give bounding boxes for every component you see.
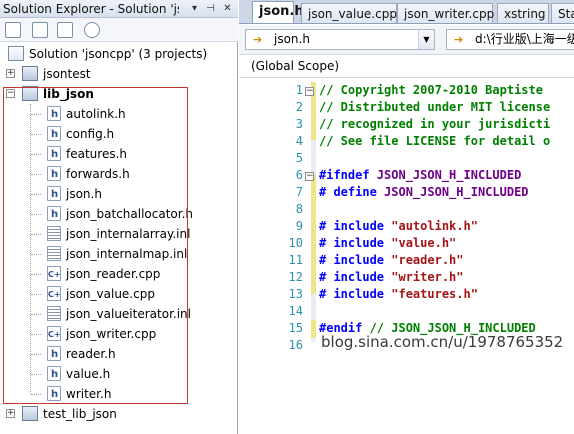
code-token: # include bbox=[319, 219, 392, 233]
code-line: # include "reader.h" bbox=[319, 253, 464, 267]
code-line: // Copyright 2007-2010 Baptiste bbox=[319, 83, 543, 97]
show-all-files-icon[interactable] bbox=[32, 22, 48, 38]
code-token: "features.h" bbox=[391, 287, 478, 301]
code-token: # define bbox=[319, 185, 385, 199]
code-token: // Copyright 2007-2010 Baptiste bbox=[319, 83, 543, 97]
line-number: 16 bbox=[288, 338, 303, 352]
lib-json-highlight-box bbox=[3, 87, 188, 404]
code-token: // recognized in your jurisdicti bbox=[319, 117, 551, 131]
file-dropdown-value: json.h bbox=[274, 32, 310, 46]
expand-jsontest-icon[interactable]: + bbox=[6, 69, 15, 78]
auto-hide-pin-icon[interactable]: ⊣ bbox=[204, 2, 217, 15]
line-number: 11 bbox=[288, 253, 303, 267]
tree-item-project-jsontest[interactable]: jsontest bbox=[22, 64, 91, 84]
code-line: # include "features.h" bbox=[319, 287, 478, 301]
tab-xstring[interactable]: xstring bbox=[497, 3, 549, 23]
code-token: "value.h" bbox=[391, 236, 457, 250]
changed-lines-marker bbox=[311, 174, 316, 294]
code-line: # include "value.h" bbox=[319, 236, 456, 250]
line-number: 9 bbox=[295, 219, 303, 233]
file-arrow-icon: ➔ bbox=[253, 33, 263, 46]
code-line: # include "writer.h" bbox=[319, 270, 464, 284]
path-dropdown[interactable]: ➔ d:\行业版\上海一级 bbox=[446, 29, 574, 50]
code-line: # include "autolink.h" bbox=[319, 219, 478, 233]
code-token: # include bbox=[319, 253, 392, 267]
code-token: #ifndef bbox=[319, 168, 377, 182]
tree-item-solution[interactable]: Solution 'jsoncpp' (3 projects) bbox=[8, 44, 207, 64]
scope-bar[interactable]: (Global Scope) bbox=[239, 56, 574, 78]
code-line: // recognized in your jurisdicti bbox=[319, 117, 550, 131]
project-icon bbox=[22, 406, 38, 421]
properties-icon[interactable] bbox=[5, 22, 21, 38]
fold-toggle-icon[interactable]: − bbox=[305, 87, 314, 96]
file-dropdown[interactable]: ➔ json.h ▼ bbox=[245, 29, 435, 50]
tab-star[interactable]: Star bbox=[551, 3, 574, 23]
close-icon[interactable]: ✕ bbox=[221, 2, 234, 15]
line-number: 15 bbox=[288, 321, 303, 335]
line-number: 8 bbox=[295, 202, 303, 216]
path-dropdown-value: d:\行业版\上海一级 bbox=[475, 32, 574, 46]
tab-json-h[interactable]: json.h bbox=[252, 1, 304, 23]
code-token: # include bbox=[319, 270, 392, 284]
line-number: 4 bbox=[295, 134, 303, 148]
solution-explorer-title-bar: Solution Explorer - Solution 'jsoncpp' (… bbox=[0, 0, 238, 18]
changed-lines-marker bbox=[311, 320, 316, 338]
solution-explorer-panel: Solution Explorer - Solution 'jsoncpp' (… bbox=[0, 0, 238, 434]
line-number: 3 bbox=[295, 117, 303, 131]
line-number: 7 bbox=[295, 185, 303, 199]
line-number: 5 bbox=[295, 151, 303, 165]
code-editor: json.h json_value.cpp json_writer.cpp xstri… bbox=[239, 0, 574, 434]
code-token: JSON_JSON_H_INCLUDED bbox=[384, 185, 529, 199]
code-token: # include bbox=[319, 287, 392, 301]
code-line: #ifndef JSON_JSON_H_INCLUDED bbox=[319, 168, 521, 182]
scope-label: (Global Scope) bbox=[251, 59, 340, 73]
code-line: // See file LICENSE for detail o bbox=[319, 134, 550, 148]
solution-explorer-title: Solution Explorer - Solution 'jsoncpp' (… bbox=[3, 2, 179, 16]
expand-test-lib-json-icon[interactable]: + bbox=[6, 409, 15, 418]
watermark: blog.sina.com.cn/u/1978765352 bbox=[321, 333, 564, 351]
fold-toggle-icon[interactable]: − bbox=[305, 172, 314, 181]
code-token: // See file LICENSE for detail o bbox=[319, 134, 551, 148]
line-number: 13 bbox=[288, 287, 303, 301]
editor-gutter bbox=[239, 79, 261, 434]
line-number: 12 bbox=[288, 270, 303, 284]
code-token: "writer.h" bbox=[391, 270, 464, 284]
code-token: "reader.h" bbox=[391, 253, 464, 267]
code-token: "autolink.h" bbox=[391, 219, 478, 233]
document-tab-strip: json.h json_value.cpp json_writer.cpp xstri… bbox=[239, 0, 574, 24]
refresh-icon[interactable] bbox=[57, 22, 73, 38]
tree-item-project-test-lib-json[interactable]: test_lib_json bbox=[22, 404, 117, 424]
tab-json-writer-cpp[interactable]: json_writer.cpp bbox=[397, 3, 494, 23]
line-number: 1 bbox=[295, 83, 303, 97]
project-icon bbox=[22, 66, 38, 81]
code-area[interactable]: // Copyright 2007-2010 Baptiste // Distri… bbox=[239, 79, 574, 434]
navigation-bar: ➔ json.h ▼ ➔ d:\行业版\上海一级 bbox=[239, 25, 574, 55]
line-number: 14 bbox=[288, 304, 303, 318]
tab-json-value-cpp[interactable]: json_value.cpp bbox=[301, 3, 397, 23]
code-token: # include bbox=[319, 236, 392, 250]
code-token: JSON_JSON_H_INCLUDED bbox=[376, 168, 522, 182]
solution-icon bbox=[8, 46, 24, 61]
solution-explorer-toolbar bbox=[0, 18, 238, 42]
line-number: 2 bbox=[295, 100, 303, 114]
code-line: # define JSON_JSON_H_INCLUDED bbox=[319, 185, 529, 199]
code-token: // Distributed under MIT license bbox=[319, 100, 551, 114]
line-number: 6 bbox=[295, 168, 303, 182]
line-number: 10 bbox=[288, 236, 303, 250]
chevron-down-icon[interactable]: ▼ bbox=[418, 30, 434, 49]
path-arrow-icon: ➔ bbox=[454, 33, 464, 46]
window-position-dropdown-icon[interactable]: ▾ bbox=[188, 2, 201, 15]
code-line: // Distributed under MIT license bbox=[319, 100, 550, 114]
class-view-icon[interactable] bbox=[84, 22, 100, 38]
